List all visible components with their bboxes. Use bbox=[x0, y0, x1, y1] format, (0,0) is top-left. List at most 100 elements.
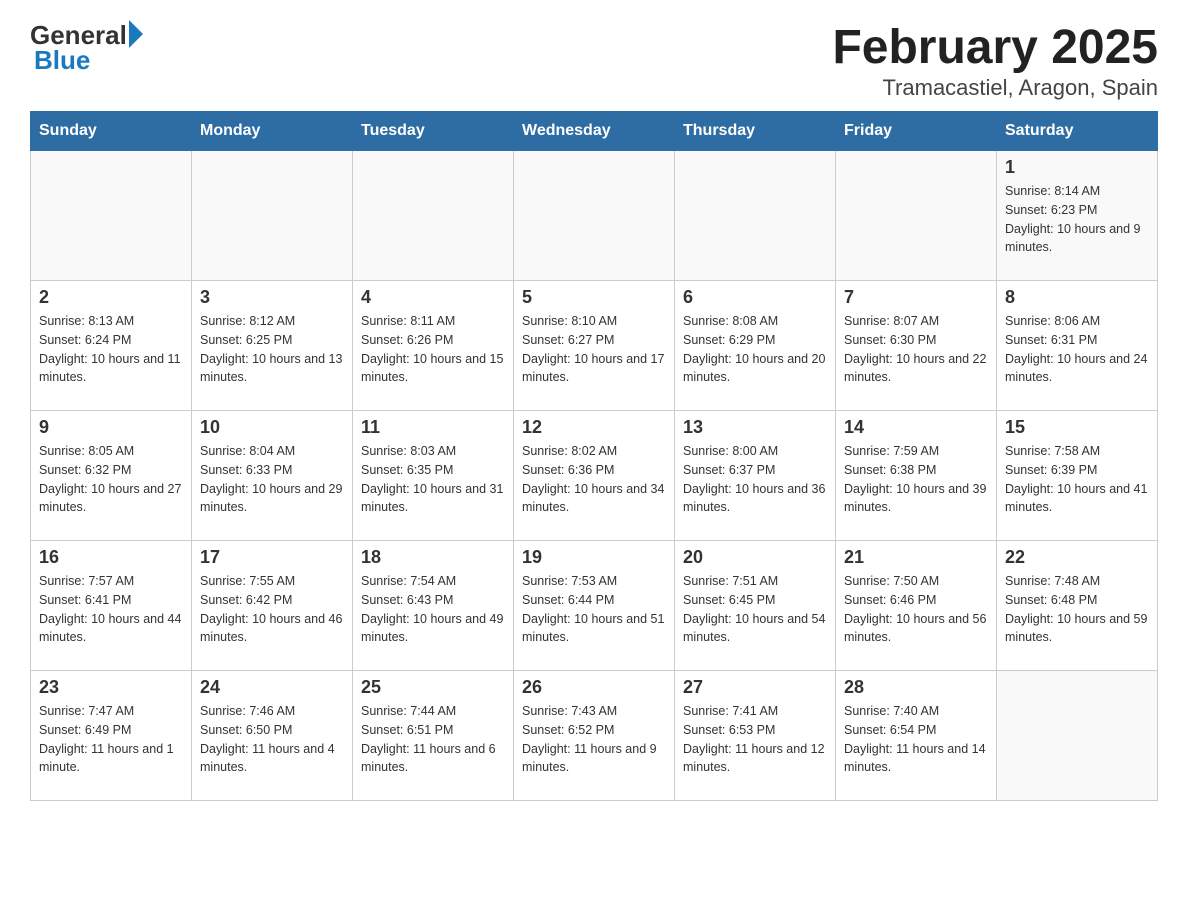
day-number: 21 bbox=[844, 547, 988, 568]
calendar-cell bbox=[514, 151, 675, 281]
day-number: 8 bbox=[1005, 287, 1149, 308]
day-number: 27 bbox=[683, 677, 827, 698]
day-info: Sunrise: 8:07 AMSunset: 6:30 PMDaylight:… bbox=[844, 312, 988, 387]
day-number: 25 bbox=[361, 677, 505, 698]
calendar-cell: 2 Sunrise: 8:13 AMSunset: 6:24 PMDaylight… bbox=[31, 281, 192, 411]
day-info: Sunrise: 8:03 AMSunset: 6:35 PMDaylight:… bbox=[361, 442, 505, 517]
logo-blue-text: Blue bbox=[34, 45, 90, 76]
day-info: Sunrise: 7:50 AMSunset: 6:46 PMDaylight:… bbox=[844, 572, 988, 647]
calendar-cell: 10 Sunrise: 8:04 AMSunset: 6:33 PMDayligh… bbox=[192, 411, 353, 541]
day-info: Sunrise: 7:57 AMSunset: 6:41 PMDaylight:… bbox=[39, 572, 183, 647]
calendar-week-row: 9 Sunrise: 8:05 AMSunset: 6:32 PMDaylight… bbox=[31, 411, 1158, 541]
calendar-week-row: 16 Sunrise: 7:57 AMSunset: 6:41 PMDayligh… bbox=[31, 541, 1158, 671]
calendar-cell: 20 Sunrise: 7:51 AMSunset: 6:45 PMDayligh… bbox=[675, 541, 836, 671]
calendar-cell: 18 Sunrise: 7:54 AMSunset: 6:43 PMDayligh… bbox=[353, 541, 514, 671]
calendar-cell bbox=[997, 671, 1158, 801]
calendar-cell: 15Sunrise: 7:58 AMSunset: 6:39 PMDayligh… bbox=[997, 411, 1158, 541]
calendar-cell bbox=[31, 151, 192, 281]
day-number: 11 bbox=[361, 417, 505, 438]
day-number: 5 bbox=[522, 287, 666, 308]
day-info: Sunrise: 8:00 AMSunset: 6:37 PMDaylight:… bbox=[683, 442, 827, 517]
calendar-cell bbox=[192, 151, 353, 281]
calendar-cell: 26 Sunrise: 7:43 AMSunset: 6:52 PMDayligh… bbox=[514, 671, 675, 801]
weekday-header: Saturday bbox=[997, 112, 1158, 151]
page-subtitle: Tramacastiel, Aragon, Spain bbox=[832, 75, 1158, 101]
day-info: Sunrise: 7:43 AMSunset: 6:52 PMDaylight:… bbox=[522, 702, 666, 777]
calendar-cell: 23 Sunrise: 7:47 AMSunset: 6:49 PMDayligh… bbox=[31, 671, 192, 801]
day-info: Sunrise: 7:53 AMSunset: 6:44 PMDaylight:… bbox=[522, 572, 666, 647]
calendar-cell bbox=[353, 151, 514, 281]
day-info: Sunrise: 7:59 AMSunset: 6:38 PMDaylight:… bbox=[844, 442, 988, 517]
calendar-cell: 19 Sunrise: 7:53 AMSunset: 6:44 PMDayligh… bbox=[514, 541, 675, 671]
weekday-header: Monday bbox=[192, 112, 353, 151]
day-info: Sunrise: 7:55 AMSunset: 6:42 PMDaylight:… bbox=[200, 572, 344, 647]
day-number: 7 bbox=[844, 287, 988, 308]
day-number: 14 bbox=[844, 417, 988, 438]
day-info: Sunrise: 7:40 AMSunset: 6:54 PMDaylight:… bbox=[844, 702, 988, 777]
day-number: 16 bbox=[39, 547, 183, 568]
calendar-header-row: SundayMondayTuesdayWednesdayThursdayFrid… bbox=[31, 112, 1158, 151]
calendar-cell: 14 Sunrise: 7:59 AMSunset: 6:38 PMDayligh… bbox=[836, 411, 997, 541]
calendar-cell: 4Sunrise: 8:11 AMSunset: 6:26 PMDaylight… bbox=[353, 281, 514, 411]
calendar-cell: 16 Sunrise: 7:57 AMSunset: 6:41 PMDayligh… bbox=[31, 541, 192, 671]
weekday-header: Wednesday bbox=[514, 112, 675, 151]
day-info: Sunrise: 7:51 AMSunset: 6:45 PMDaylight:… bbox=[683, 572, 827, 647]
day-info: Sunrise: 8:11 AMSunset: 6:26 PMDaylight:… bbox=[361, 312, 505, 387]
calendar-cell bbox=[675, 151, 836, 281]
day-number: 20 bbox=[683, 547, 827, 568]
day-number: 9 bbox=[39, 417, 183, 438]
calendar-cell: 7 Sunrise: 8:07 AMSunset: 6:30 PMDaylight… bbox=[836, 281, 997, 411]
calendar-cell: 8Sunrise: 8:06 AMSunset: 6:31 PMDaylight… bbox=[997, 281, 1158, 411]
day-info: Sunrise: 8:02 AMSunset: 6:36 PMDaylight:… bbox=[522, 442, 666, 517]
calendar-cell: 24 Sunrise: 7:46 AMSunset: 6:50 PMDayligh… bbox=[192, 671, 353, 801]
day-number: 18 bbox=[361, 547, 505, 568]
day-info: Sunrise: 7:54 AMSunset: 6:43 PMDaylight:… bbox=[361, 572, 505, 647]
weekday-header: Sunday bbox=[31, 112, 192, 151]
day-number: 26 bbox=[522, 677, 666, 698]
day-info: Sunrise: 7:44 AMSunset: 6:51 PMDaylight:… bbox=[361, 702, 505, 777]
day-number: 12 bbox=[522, 417, 666, 438]
calendar-table: SundayMondayTuesdayWednesdayThursdayFrid… bbox=[30, 111, 1158, 801]
day-info: Sunrise: 8:04 AMSunset: 6:33 PMDaylight:… bbox=[200, 442, 344, 517]
calendar-week-row: 23 Sunrise: 7:47 AMSunset: 6:49 PMDayligh… bbox=[31, 671, 1158, 801]
calendar-cell bbox=[836, 151, 997, 281]
day-info: Sunrise: 8:12 AMSunset: 6:25 PMDaylight:… bbox=[200, 312, 344, 387]
day-number: 2 bbox=[39, 287, 183, 308]
day-info: Sunrise: 8:08 AMSunset: 6:29 PMDaylight:… bbox=[683, 312, 827, 387]
page-title: February 2025 bbox=[832, 20, 1158, 75]
day-number: 3 bbox=[200, 287, 344, 308]
day-number: 22 bbox=[1005, 547, 1149, 568]
day-info: Sunrise: 7:41 AMSunset: 6:53 PMDaylight:… bbox=[683, 702, 827, 777]
day-number: 17 bbox=[200, 547, 344, 568]
day-info: Sunrise: 7:47 AMSunset: 6:49 PMDaylight:… bbox=[39, 702, 183, 777]
day-number: 24 bbox=[200, 677, 344, 698]
calendar-cell: 21 Sunrise: 7:50 AMSunset: 6:46 PMDayligh… bbox=[836, 541, 997, 671]
logo-arrow-icon bbox=[129, 20, 143, 48]
calendar-cell: 28 Sunrise: 7:40 AMSunset: 6:54 PMDayligh… bbox=[836, 671, 997, 801]
calendar-cell: 3 Sunrise: 8:12 AMSunset: 6:25 PMDaylight… bbox=[192, 281, 353, 411]
calendar-cell: 13 Sunrise: 8:00 AMSunset: 6:37 PMDayligh… bbox=[675, 411, 836, 541]
calendar-week-row: 2 Sunrise: 8:13 AMSunset: 6:24 PMDaylight… bbox=[31, 281, 1158, 411]
calendar-cell: 22 Sunrise: 7:48 AMSunset: 6:48 PMDayligh… bbox=[997, 541, 1158, 671]
day-number: 23 bbox=[39, 677, 183, 698]
day-info: Sunrise: 8:10 AMSunset: 6:27 PMDaylight:… bbox=[522, 312, 666, 387]
weekday-header: Friday bbox=[836, 112, 997, 151]
day-info: Sunrise: 8:13 AMSunset: 6:24 PMDaylight:… bbox=[39, 312, 183, 387]
day-number: 10 bbox=[200, 417, 344, 438]
day-number: 28 bbox=[844, 677, 988, 698]
day-number: 19 bbox=[522, 547, 666, 568]
day-info: Sunrise: 7:48 AMSunset: 6:48 PMDaylight:… bbox=[1005, 572, 1149, 647]
day-info: Sunrise: 8:05 AMSunset: 6:32 PMDaylight:… bbox=[39, 442, 183, 517]
calendar-cell: 27 Sunrise: 7:41 AMSunset: 6:53 PMDayligh… bbox=[675, 671, 836, 801]
calendar-cell: 12 Sunrise: 8:02 AMSunset: 6:36 PMDayligh… bbox=[514, 411, 675, 541]
day-info: Sunrise: 7:46 AMSunset: 6:50 PMDaylight:… bbox=[200, 702, 344, 777]
calendar-cell: 1 Sunrise: 8:14 AMSunset: 6:23 PMDaylight… bbox=[997, 151, 1158, 281]
calendar-cell: 5 Sunrise: 8:10 AMSunset: 6:27 PMDaylight… bbox=[514, 281, 675, 411]
calendar-cell: 6Sunrise: 8:08 AMSunset: 6:29 PMDaylight… bbox=[675, 281, 836, 411]
page-header: General Blue February 2025 Tramacastiel,… bbox=[30, 20, 1158, 101]
day-number: 1 bbox=[1005, 157, 1149, 178]
calendar-cell: 11 Sunrise: 8:03 AMSunset: 6:35 PMDayligh… bbox=[353, 411, 514, 541]
day-info: Sunrise: 8:14 AMSunset: 6:23 PMDaylight:… bbox=[1005, 182, 1149, 257]
logo: General Blue bbox=[30, 20, 143, 76]
day-number: 13 bbox=[683, 417, 827, 438]
